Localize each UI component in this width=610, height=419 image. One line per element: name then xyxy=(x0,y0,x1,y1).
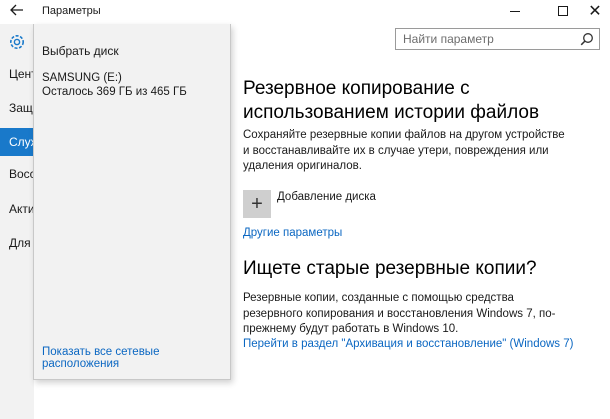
close-icon: ✕ xyxy=(588,3,602,20)
back-arrow-icon[interactable] xyxy=(6,3,28,21)
page-title: Резервное копирование с использованием и… xyxy=(243,78,540,123)
nav-item-developers[interactable]: Для разработчиков xyxy=(0,229,34,257)
old-backups-heading: Ищете старые резервные копии? xyxy=(243,258,537,279)
nav-item-protection[interactable]: Защита xyxy=(0,94,34,122)
search-input[interactable] xyxy=(396,29,576,49)
nav-item-center[interactable]: Центр xyxy=(0,60,34,88)
left-nav: Центр Защита Служба Восстановление Актив… xyxy=(0,24,34,419)
more-options-link[interactable]: Другие параметры xyxy=(243,227,342,239)
old-backups-text: Резервные копии, созданные с помощью сре… xyxy=(243,292,556,335)
plus-icon: + xyxy=(251,193,263,215)
add-drive-label[interactable]: Добавление диска xyxy=(277,191,376,203)
drive-picker-flyout: Выбрать диск SAMSUNG (E:) Осталось 369 Г… xyxy=(33,24,231,380)
archive-restore-link[interactable]: Перейти в раздел "Архивация и восстановл… xyxy=(243,338,573,350)
drive-option-name[interactable]: SAMSUNG (E:) xyxy=(42,72,122,84)
maximize-icon xyxy=(558,6,568,16)
close-button[interactable]: ✕ xyxy=(580,0,610,22)
page-description: Сохраняйте резервные копии файлов на дру… xyxy=(243,129,565,172)
back-arrow-svg xyxy=(10,4,23,16)
search-box xyxy=(395,28,600,50)
minimize-button[interactable] xyxy=(500,0,530,22)
drive-option-free-space[interactable]: Осталось 369 ГБ из 465 ГБ xyxy=(42,86,187,98)
nav-item-service[interactable]: Служба xyxy=(0,128,34,156)
nav-item-recovery[interactable]: Восстановление xyxy=(0,160,34,188)
show-network-locations-link[interactable]: Показать все сетевые расположения xyxy=(42,346,230,370)
maximize-button[interactable] xyxy=(548,0,578,22)
search-icon[interactable] xyxy=(580,32,594,46)
add-drive-button[interactable]: + xyxy=(243,190,271,218)
minimize-icon xyxy=(510,10,520,12)
flyout-title: Выбрать диск xyxy=(42,44,119,58)
window-title: Параметры xyxy=(42,5,101,17)
gear-icon[interactable] xyxy=(7,32,27,52)
nav-item-activation[interactable]: Активация xyxy=(0,195,34,223)
gear-svg xyxy=(10,35,24,49)
title-bar: Параметры ✕ xyxy=(0,0,610,24)
